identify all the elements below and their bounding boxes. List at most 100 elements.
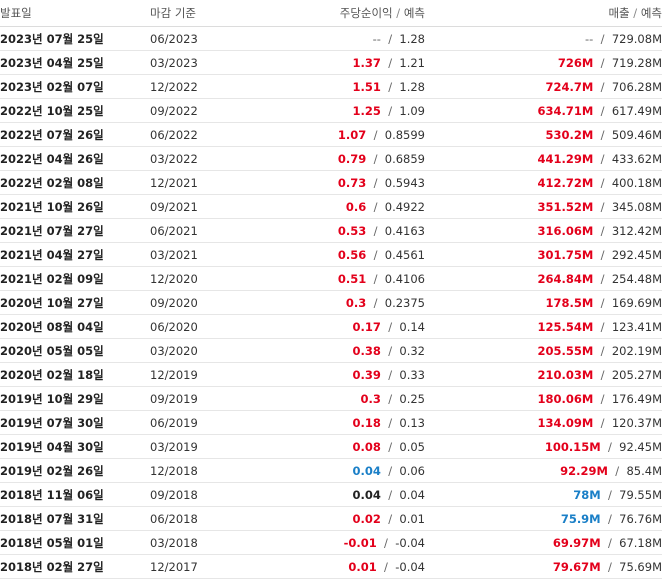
period-end: 03/2021 (150, 247, 198, 262)
eps-cell: 0.73 / 0.5943 (337, 175, 425, 190)
release-date: 2019년 02월 26일 (0, 463, 104, 478)
revenue-forecast: 67.18M (619, 535, 662, 550)
revenue-cell: 351.52M / 345.08M (537, 199, 662, 214)
eps-cell: 0.51 / 0.4106 (337, 271, 425, 286)
period-end: 03/2019 (150, 439, 198, 454)
revenue-cell: 264.84M / 254.48M (537, 271, 662, 286)
eps-cell: 0.04 / 0.06 (352, 463, 425, 478)
period-end: 03/2018 (150, 535, 198, 550)
eps-actual: 0.6 (345, 199, 367, 214)
eps-forecast: 0.05 (399, 439, 425, 454)
revenue-actual: 634.71M (537, 103, 594, 118)
revenue-actual: 180.06M (537, 391, 594, 406)
eps-cell: 0.04 / 0.04 (352, 487, 425, 502)
eps-actual: 1.51 (352, 79, 381, 94)
revenue-forecast: 79.55M (619, 487, 662, 502)
eps-actual: 0.38 (352, 343, 381, 358)
eps-forecast: 0.4163 (384, 223, 425, 238)
eps-forecast: -0.04 (395, 535, 425, 550)
revenue-cell: 78M / 79.55M (573, 487, 662, 502)
period-end: 06/2023 (150, 31, 198, 46)
revenue-cell: 134.09M / 120.37M (537, 415, 662, 430)
eps-forecast: 0.8599 (384, 127, 425, 142)
eps-actual: 0.02 (352, 511, 381, 526)
eps-forecast: 0.4561 (384, 247, 425, 262)
table-row: 2021년 07월 27일 06/2021 0.53 / 0.4163 316.06M… (0, 219, 662, 243)
table-row: 2021년 04월 27일 03/2021 0.56 / 0.4561 301.75M… (0, 243, 662, 267)
eps-cell: 0.3 / 0.2375 (345, 295, 425, 310)
header-revenue[interactable]: 매출 / 예측 (425, 0, 662, 27)
eps-actual: 1.25 (352, 103, 381, 118)
header-eps-label: 주당순이익 (339, 6, 393, 20)
eps-forecast: 0.33 (399, 367, 425, 382)
revenue-actual: 726M (557, 55, 594, 70)
revenue-forecast: 75.69M (619, 559, 662, 574)
period-end: 03/2023 (150, 55, 198, 70)
revenue-actual: 441.29M (537, 151, 594, 166)
table-row: 2020년 05월 05일 03/2020 0.38 / 0.32 205.55M /… (0, 339, 662, 363)
revenue-cell: 301.75M / 292.45M (537, 247, 662, 262)
period-end: 12/2018 (150, 463, 198, 478)
period-end: 12/2019 (150, 367, 198, 382)
release-date: 2018년 11월 06일 (0, 487, 104, 502)
release-date: 2022년 10월 25일 (0, 103, 104, 118)
eps-forecast: 0.6859 (384, 151, 425, 166)
revenue-forecast: 76.76M (619, 511, 662, 526)
period-end: 09/2022 (150, 103, 198, 118)
eps-cell: 1.25 / 1.09 (352, 103, 425, 118)
header-release-date[interactable]: 발표일 (0, 0, 150, 27)
revenue-forecast: 312.42M (611, 223, 662, 238)
eps-actual: 0.56 (337, 247, 367, 262)
revenue-cell: 726M / 719.28M (557, 55, 662, 70)
eps-cell: 0.17 / 0.14 (352, 319, 425, 334)
eps-cell: 0.39 / 0.33 (352, 367, 425, 382)
revenue-actual: 724.7M (545, 79, 594, 94)
release-date: 2021년 04월 27일 (0, 247, 104, 262)
revenue-actual: 79.67M (552, 559, 601, 574)
table-row: 2019년 04월 30일 03/2019 0.08 / 0.05 100.15M /… (0, 435, 662, 459)
eps-forecast: 1.09 (399, 103, 425, 118)
release-date: 2021년 07월 27일 (0, 223, 104, 238)
revenue-actual: 210.03M (537, 367, 594, 382)
revenue-cell: 125.54M / 123.41M (537, 319, 662, 334)
eps-forecast: 0.04 (399, 487, 425, 502)
eps-cell: 0.3 / 0.25 (360, 391, 425, 406)
eps-forecast: 0.2375 (384, 295, 425, 310)
table-row: 2023년 04월 25일 03/2023 1.37 / 1.21 726M / 71… (0, 51, 662, 75)
revenue-actual: 69.97M (552, 535, 601, 550)
revenue-cell: 441.29M / 433.62M (537, 151, 662, 166)
eps-actual: 0.51 (337, 271, 367, 286)
earnings-table: 발표일 마감 기준 주당순이익 / 예측 매출 / 예측 2023년 07월 2… (0, 0, 662, 579)
eps-cell: 0.79 / 0.6859 (337, 151, 425, 166)
release-date: 2018년 05월 01일 (0, 535, 104, 550)
release-date: 2018년 02월 27일 (0, 559, 104, 574)
revenue-actual: 205.55M (537, 343, 594, 358)
revenue-forecast: 176.49M (611, 391, 662, 406)
revenue-actual: 75.9M (560, 511, 601, 526)
header-eps[interactable]: 주당순이익 / 예측 (250, 0, 425, 27)
eps-actual: 0.04 (352, 487, 381, 502)
header-eps-forecast-label: 예측 (403, 6, 425, 20)
revenue-forecast: 706.28M (611, 79, 662, 94)
revenue-actual: 301.75M (537, 247, 594, 262)
eps-forecast: 0.13 (399, 415, 425, 430)
table-row: 2020년 08월 04일 06/2020 0.17 / 0.14 125.54M /… (0, 315, 662, 339)
eps-cell: 0.02 / 0.01 (352, 511, 425, 526)
revenue-forecast: 345.08M (611, 199, 662, 214)
period-end: 03/2022 (150, 151, 198, 166)
eps-cell: 0.53 / 0.4163 (337, 223, 425, 238)
table-row: 2018년 05월 01일 03/2018 -0.01 / -0.04 69.97M … (0, 531, 662, 555)
release-date: 2019년 10월 29일 (0, 391, 104, 406)
header-period-end[interactable]: 마감 기준 (150, 0, 250, 27)
eps-actual: 0.39 (352, 367, 381, 382)
eps-actual: -- (372, 31, 381, 46)
period-end: 09/2020 (150, 295, 198, 310)
revenue-cell: 75.9M / 76.76M (560, 511, 662, 526)
revenue-forecast: 433.62M (611, 151, 662, 166)
revenue-actual: 78M (573, 487, 601, 502)
eps-actual: 0.3 (345, 295, 367, 310)
table-body: 2023년 07월 25일 06/2023 -- / 1.28 -- / 729.08… (0, 27, 662, 579)
table-row: 2021년 02월 09일 12/2020 0.51 / 0.4106 264.84M… (0, 267, 662, 291)
revenue-actual: 264.84M (537, 271, 594, 286)
revenue-cell: 530.2M / 509.46M (545, 127, 662, 142)
